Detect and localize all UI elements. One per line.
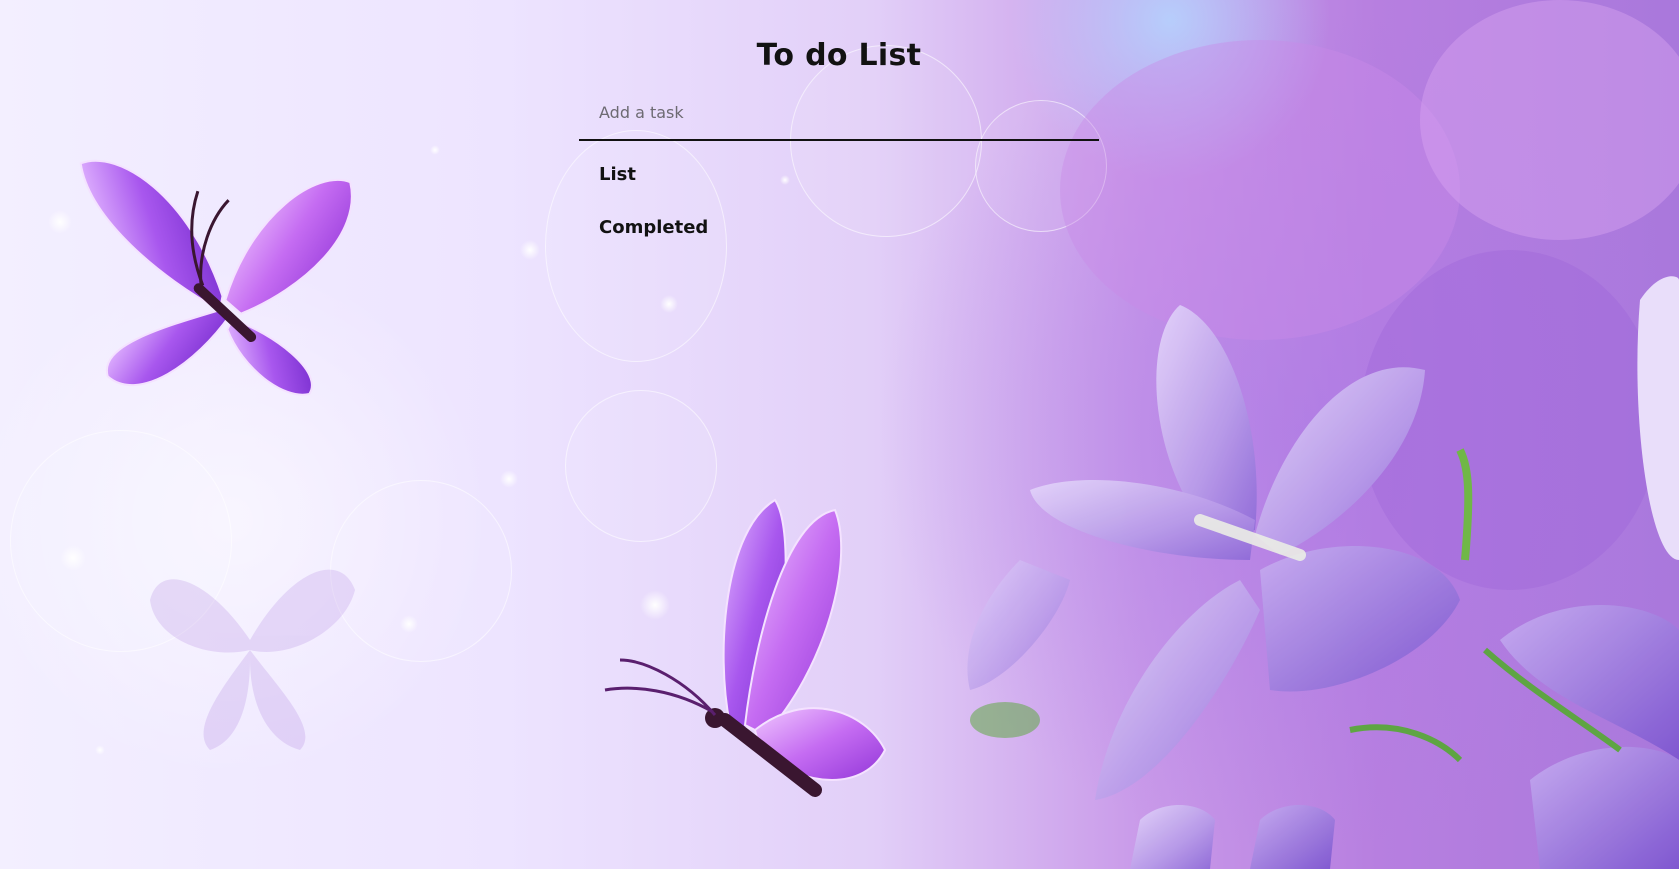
add-task-input[interactable] [579,86,1099,141]
completed-section-heading: Completed [599,217,709,238]
butterfly-icon [79,159,353,396]
todo-panel: To do List List Completed [579,30,1099,242]
ghost-butterfly-icon [150,569,355,750]
list-section-heading: List [599,164,636,185]
page-title: To do List [756,38,922,73]
butterfly-icon [604,498,887,797]
